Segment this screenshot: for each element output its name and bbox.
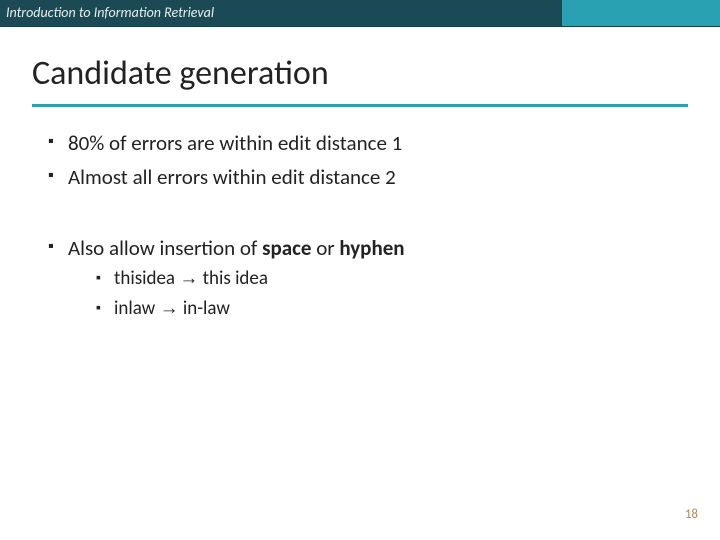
example-source: inlaw — [114, 297, 155, 320]
example-target: in-law — [183, 297, 230, 320]
spacer — [48, 198, 672, 234]
bullet-item: Almost all errors within edit distance 2 — [48, 163, 672, 191]
header-accent — [562, 0, 720, 26]
content-area: 80% of errors are within edit distance 1… — [0, 107, 720, 321]
example-source: thisidea — [114, 267, 175, 290]
slide-title: Candidate generation — [0, 27, 720, 100]
header-bar: Introduction to Information Retrieval — [0, 0, 720, 27]
sub-bullet-item: thisidea → this idea — [96, 266, 672, 292]
slide: Introduction to Information Retrieval Ca… — [0, 0, 720, 540]
bullet-text: or — [311, 235, 339, 261]
arrow-icon: → — [179, 268, 198, 289]
bullet-text: Also allow insertion of — [68, 235, 262, 261]
emphasis-hyphen: hyphen — [339, 235, 404, 261]
bullet-item: Also allow insertion of space or hyphen … — [48, 234, 672, 322]
bullet-list: 80% of errors are within edit distance 1… — [48, 129, 672, 192]
example-target: this idea — [203, 267, 268, 290]
page-number: 18 — [685, 507, 698, 522]
bullet-item: 80% of errors are within edit distance 1 — [48, 129, 672, 157]
bullet-list: Also allow insertion of space or hyphen … — [48, 234, 672, 322]
arrow-icon: → — [160, 298, 179, 319]
sub-bullet-list: thisidea → this idea inlaw → in-law — [68, 266, 672, 321]
emphasis-space: space — [262, 235, 311, 261]
course-title: Introduction to Information Retrieval — [0, 0, 562, 26]
sub-bullet-item: inlaw → in-law — [96, 296, 672, 322]
